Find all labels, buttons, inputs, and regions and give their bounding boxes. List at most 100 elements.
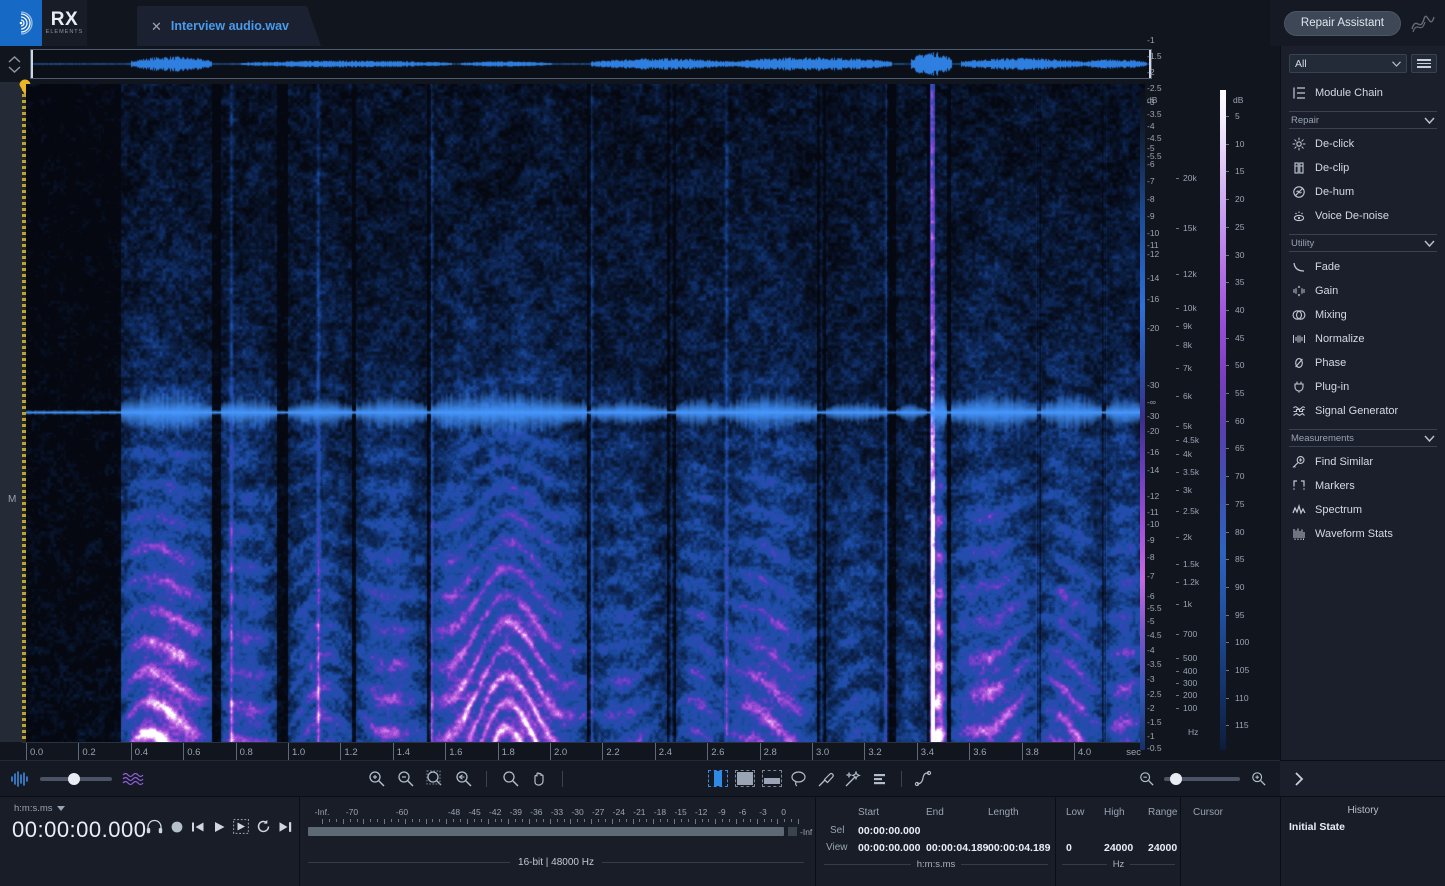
time-tick-label: 1.2: [344, 747, 358, 758]
pen-path-icon[interactable]: [913, 769, 933, 789]
magnifier-minus-icon[interactable]: [1136, 769, 1156, 789]
magnifier-icon[interactable]: [500, 769, 520, 789]
module-group-utility[interactable]: Utility: [1289, 234, 1437, 252]
frequency-scale-label: 1k: [1183, 599, 1192, 609]
module-item-voice-de-noise[interactable]: Voice De-noise: [1281, 204, 1445, 228]
magnifier-plus-icon[interactable]: [366, 769, 386, 789]
time-selection-icon[interactable]: [708, 770, 728, 787]
time-tick-label: 0.2: [82, 747, 96, 758]
freq-unit-row: Hz: [1062, 859, 1175, 870]
view-length-value[interactable]: 00:00:04.189: [988, 842, 1050, 854]
level-meter-bar[interactable]: [308, 827, 784, 836]
magnifier-selection-icon[interactable]: [424, 769, 444, 789]
amplitude-scale-label: -8: [1147, 552, 1155, 562]
play-icon[interactable]: [212, 820, 226, 834]
overview-waveform[interactable]: [30, 49, 1152, 79]
waveform-view-icon[interactable]: [10, 770, 30, 787]
module-item-normalize[interactable]: Normalize: [1281, 327, 1445, 351]
time-format-selector[interactable]: h:m:s.ms: [14, 803, 65, 814]
module-group-repair[interactable]: Repair: [1289, 111, 1437, 129]
time-tick-label: 3.2: [868, 747, 882, 758]
module-item-spectrum[interactable]: Spectrum: [1281, 498, 1445, 522]
module-panel-collapse-button[interactable]: [1280, 760, 1445, 796]
rectangle-selection-icon[interactable]: [735, 770, 755, 787]
hand-icon[interactable]: [529, 769, 549, 789]
transport-timecode[interactable]: 00:00:00.000: [12, 817, 146, 843]
module-item-module-chain[interactable]: Module Chain: [1281, 81, 1445, 105]
module-item-de-hum[interactable]: De-hum: [1281, 180, 1445, 204]
view-end-value[interactable]: 00:00:04.189: [926, 842, 988, 854]
spectrogram-view-icon[interactable]: [122, 771, 144, 787]
freq-low-value[interactable]: 0: [1066, 842, 1072, 854]
amplitude-scale-label: -5: [1147, 616, 1155, 626]
module-item-gain[interactable]: Gain: [1281, 279, 1445, 303]
colormap-scale-label: 115: [1235, 720, 1249, 731]
record-circle-icon[interactable]: [170, 820, 184, 834]
meter-scale-tick: [694, 819, 696, 824]
blend-slider-knob[interactable]: [68, 772, 80, 785]
harmonic-selection-icon[interactable]: [870, 769, 890, 789]
amplitude-scale-label: -4: [1147, 645, 1155, 655]
module-item-waveform-stats[interactable]: Waveform Stats: [1281, 522, 1445, 546]
colormap-scale-label: 95: [1235, 609, 1245, 620]
module-item-mixing[interactable]: Mixing: [1281, 303, 1445, 327]
horizontal-zoom-slider[interactable]: [1164, 772, 1240, 785]
module-menu-button[interactable]: [1411, 54, 1437, 73]
close-icon[interactable]: ✕: [151, 20, 162, 33]
spectrogram-canvas-container[interactable]: [26, 84, 1145, 742]
meter-scale-label: -48: [447, 807, 461, 817]
file-tab-interview-audio[interactable]: ✕ Interview audio.wav: [137, 6, 321, 46]
magic-wand-icon[interactable]: [843, 769, 863, 789]
time-ruler-unit: sec: [1126, 747, 1141, 758]
spectrogram-editor[interactable]: M sec 0.0 0.2 0.4 0.6 0.8 1.0 1.2 1.4 1.6 1.8 2.0 2…: [0, 79, 1145, 765]
horizontal-zoom-knob[interactable]: [1170, 772, 1182, 785]
frequency-scale-label: 5k: [1183, 421, 1192, 431]
frequency-selection-icon[interactable]: [762, 770, 782, 787]
clip-indicator[interactable]: [788, 827, 797, 836]
view-start-value[interactable]: 00:00:00.000: [858, 842, 920, 854]
module-item-find-similar[interactable]: Find Similar: [1281, 450, 1445, 474]
module-item-plug-in[interactable]: Plug-in: [1281, 375, 1445, 399]
level-meter-readout: -Inf: [800, 827, 813, 837]
headphones-icon[interactable]: [146, 819, 163, 834]
magnifier-minus-icon[interactable]: [395, 769, 415, 789]
module-item-de-click[interactable]: De-click: [1281, 132, 1445, 156]
level-meter-section: -Inf. -70 -60 -48 -45 -42 -39 -36 -33 -30 -27 -24 -2…: [300, 797, 816, 886]
module-item-signal-generator[interactable]: Signal Generator: [1281, 399, 1445, 423]
spectrogram-canvas[interactable]: [26, 84, 1145, 742]
de-click-icon: [1291, 137, 1306, 152]
toolbar-divider-3: [901, 770, 902, 787]
lasso-icon[interactable]: [789, 769, 809, 789]
magnifier-plus-icon[interactable]: [1248, 769, 1268, 789]
colormap-scale-label: 20: [1235, 194, 1245, 205]
skip-back-icon[interactable]: [191, 820, 205, 834]
module-item-de-clip[interactable]: De-clip: [1281, 156, 1445, 180]
amplitude-scale-label: -∞: [1147, 397, 1156, 407]
amplitude-scale-label: -1: [1147, 35, 1155, 45]
meter-scale-tick: [425, 819, 427, 824]
brush-icon[interactable]: [816, 769, 836, 789]
module-item-phase[interactable]: Phase: [1281, 351, 1445, 375]
meter-scale-tick: [397, 819, 399, 822]
repair-assistant-button[interactable]: Repair Assistant: [1283, 10, 1401, 36]
sel-start-value[interactable]: 00:00:00.000: [858, 825, 920, 837]
module-group-measurements[interactable]: Measurements: [1289, 429, 1437, 447]
izotope-logo[interactable]: [0, 0, 42, 46]
skip-forward-icon[interactable]: [278, 820, 293, 834]
module-item-markers[interactable]: Markers: [1281, 474, 1445, 498]
loop-icon[interactable]: [256, 819, 271, 834]
freq-range-value[interactable]: 24000: [1148, 842, 1177, 854]
colormap-db-scale: dB 5 10 15 20 25 30 35 40 45 50 55 60 65 70 75 80 85 90 95 1…: [1226, 82, 1266, 754]
play-selection-icon[interactable]: [233, 819, 249, 834]
module-filter-select[interactable]: All: [1289, 54, 1407, 73]
amplitude-color-strip: [1140, 90, 1145, 750]
history-item-initial-state[interactable]: Initial State: [1289, 821, 1345, 833]
overview-selection-range[interactable]: [31, 50, 1151, 78]
magnifier-fit-icon[interactable]: [453, 769, 473, 789]
module-item-fade[interactable]: Fade: [1281, 255, 1445, 279]
meter-scale-tick: [625, 819, 627, 822]
amplitude-scale-label: -2: [1147, 67, 1155, 77]
vertical-zoom-arrows-icon[interactable]: [0, 46, 28, 82]
waveform-spectrogram-blend-slider[interactable]: [40, 772, 112, 785]
freq-high-value[interactable]: 24000: [1104, 842, 1133, 854]
